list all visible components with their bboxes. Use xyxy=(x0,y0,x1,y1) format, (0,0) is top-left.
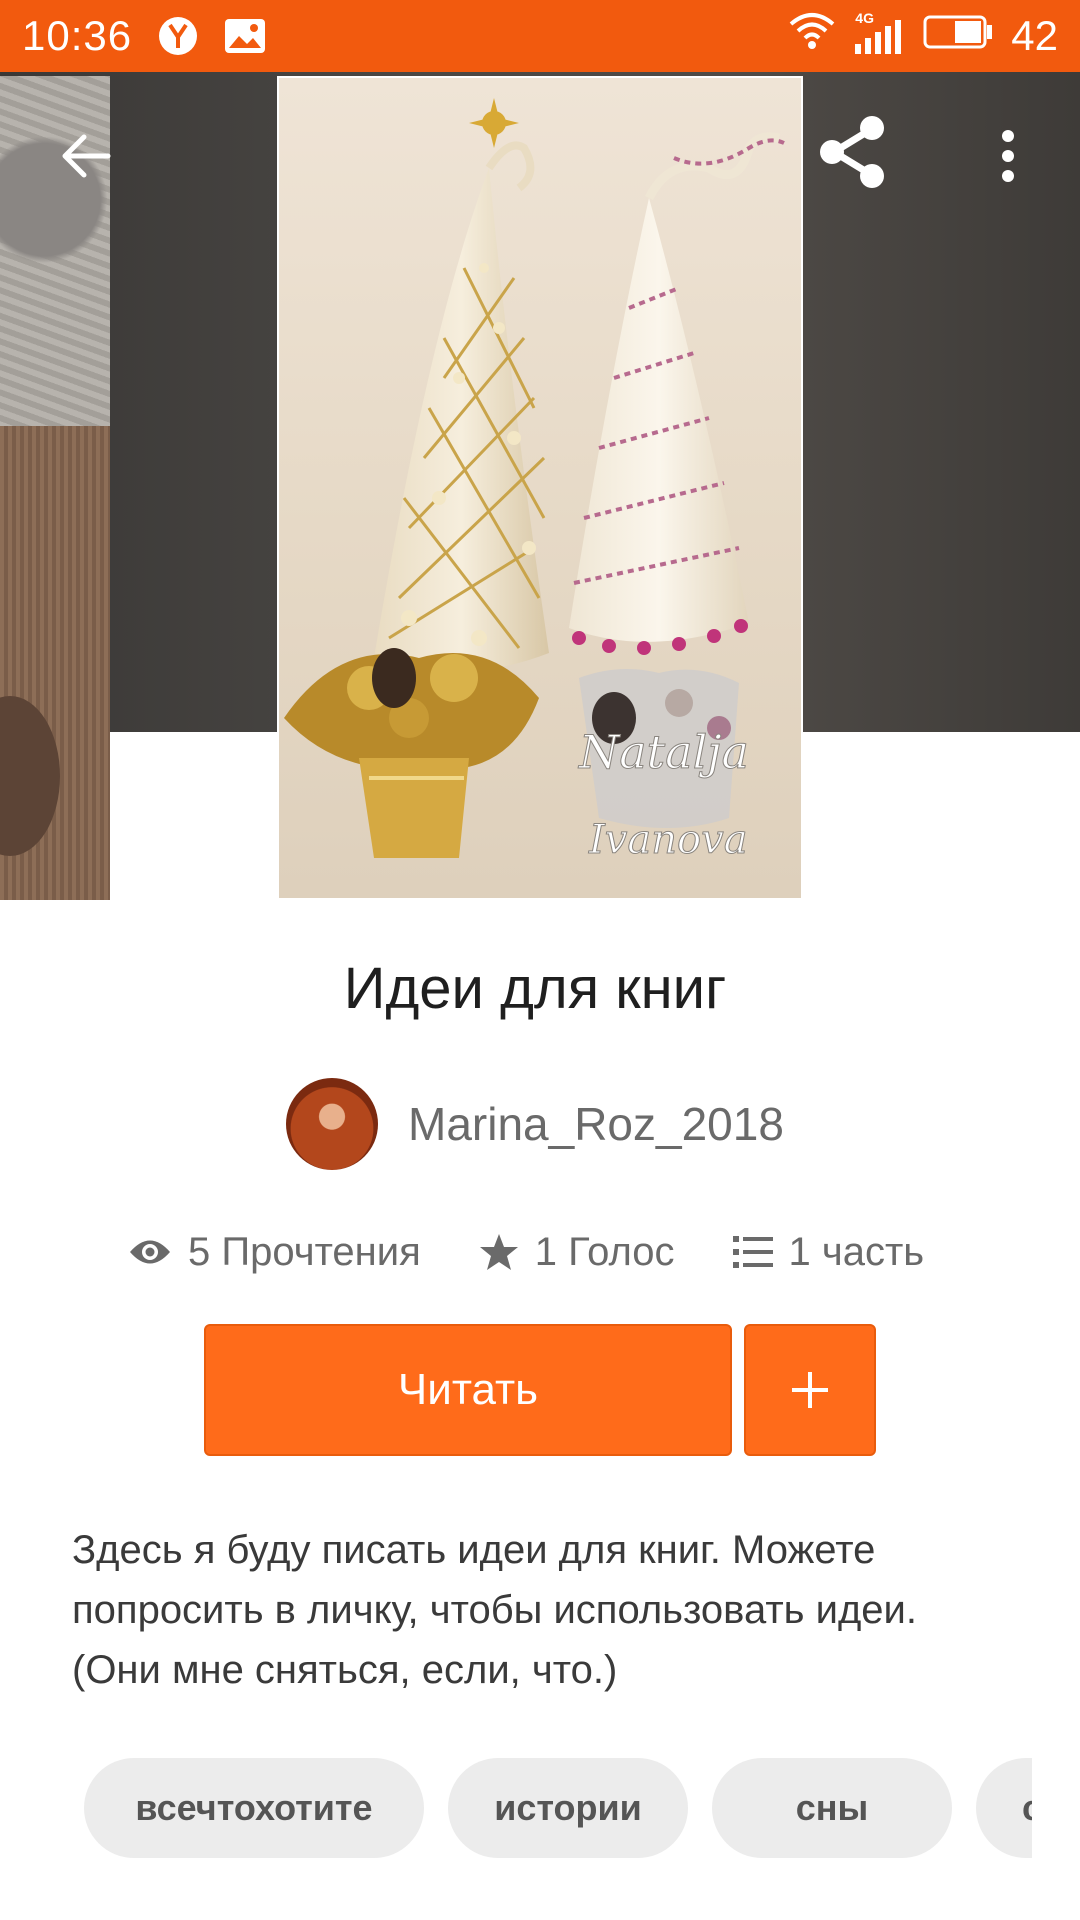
add-to-library-button[interactable] xyxy=(744,1324,876,1456)
list-icon xyxy=(732,1235,773,1269)
watermark-line2: Ivanova xyxy=(588,817,748,863)
votes-count: 1 Голос xyxy=(534,1229,675,1274)
signal-icon: 4G xyxy=(853,10,905,56)
status-time: 10:36 xyxy=(22,12,133,59)
yandex-icon xyxy=(158,16,198,56)
tag-chip[interactable]: истории xyxy=(448,1758,688,1858)
cover-illustration: Natalja Ivanova xyxy=(284,98,785,864)
tag-list: всечтохотите истории сны с xyxy=(84,1758,1032,1858)
tag-chip[interactable]: с xyxy=(976,1758,1032,1858)
share-icon xyxy=(820,116,884,188)
read-button[interactable]: Читать xyxy=(204,1324,732,1456)
more-vertical-icon xyxy=(1002,130,1014,182)
share-button[interactable] xyxy=(804,104,900,200)
story-stats: 5 Прочтения 1 Голос 1 часть xyxy=(128,1222,982,1282)
image-notification-icon xyxy=(224,18,266,54)
eye-icon xyxy=(128,1237,172,1267)
story-title: Идеи для книг xyxy=(343,956,727,1021)
avatar[interactable] xyxy=(286,1078,378,1170)
votes-stat: 1 Голос xyxy=(479,1230,675,1275)
watermark-line1: Natalja xyxy=(578,725,749,779)
plus-icon xyxy=(792,1372,828,1408)
arrow-left-icon xyxy=(62,134,111,178)
status-bar: 10:36 4G 42 xyxy=(0,0,1080,72)
back-button[interactable] xyxy=(40,110,132,202)
story-cover[interactable]: Natalja Ivanova xyxy=(277,76,803,900)
wifi-icon xyxy=(789,12,835,60)
tag-chip[interactable]: всечтохотите xyxy=(84,1758,424,1858)
parts-stat: 1 часть xyxy=(732,1229,925,1275)
tag-chip[interactable]: сны xyxy=(712,1758,952,1858)
parts-count: 1 часть xyxy=(788,1229,925,1274)
network-type: 4G xyxy=(855,10,874,26)
status-right: 4G 42 xyxy=(789,10,1058,60)
author-name[interactable]: Marina_Roz_2018 xyxy=(408,1097,784,1151)
author-link[interactable]: Marina_Roz_2018 xyxy=(286,1078,784,1170)
reads-stat: 5 Прочтения xyxy=(128,1230,421,1275)
more-options-button[interactable] xyxy=(970,110,1046,202)
story-page: 10:36 4G 42 Natalja Ivanova Идеи для кни… xyxy=(0,0,1080,1920)
battery-level: 42 xyxy=(1011,12,1058,59)
reads-count: 5 Прочтения xyxy=(188,1229,421,1274)
battery-icon xyxy=(923,12,993,60)
story-description: Здесь я буду писать идеи для книг. Может… xyxy=(72,1528,917,1692)
star-icon xyxy=(479,1232,519,1272)
